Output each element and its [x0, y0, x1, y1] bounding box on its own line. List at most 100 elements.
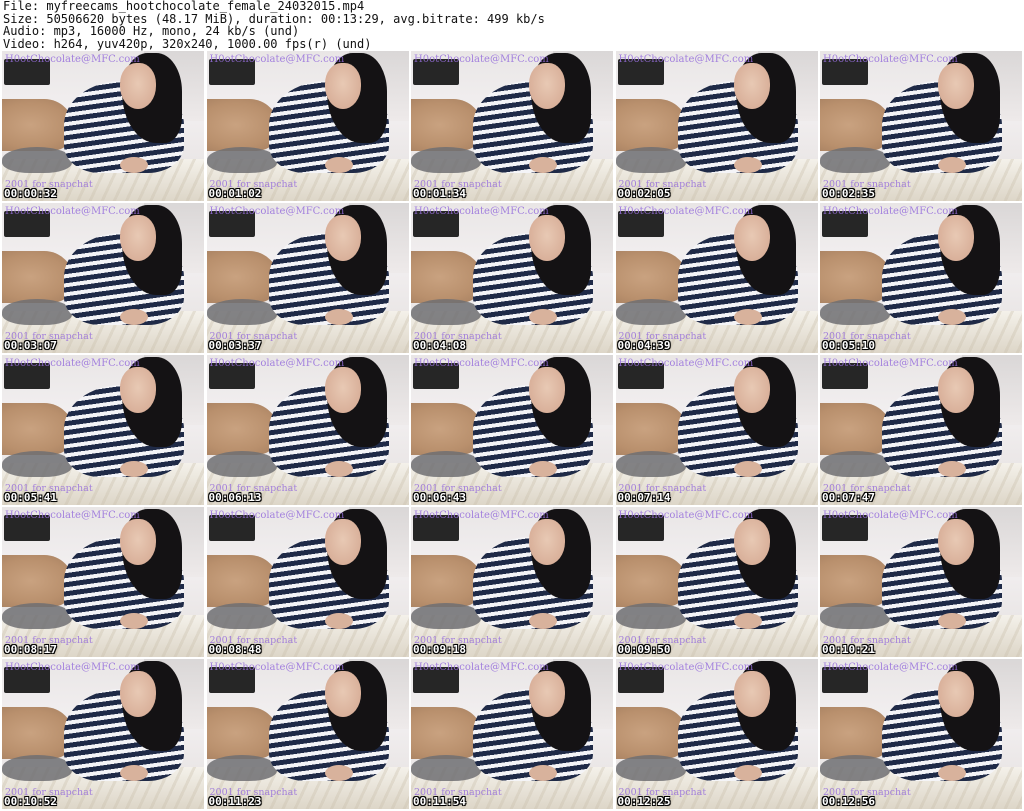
- face-image: [938, 519, 974, 565]
- face-image: [529, 671, 565, 717]
- cat-image: [820, 147, 890, 173]
- hand-image: [938, 157, 966, 173]
- cat-image: [2, 147, 72, 173]
- hand-image: [529, 157, 557, 173]
- hand-image: [938, 461, 966, 477]
- thumbnail-timestamp: 00:05:10: [822, 339, 875, 352]
- thumbnail-timestamp: 00:08:48: [208, 643, 262, 656]
- video-thumbnail: H0otChocolate@MFC.com 2001 for snapchat 00…: [411, 659, 613, 809]
- watermark-top: H0otChocolate@MFC.com: [618, 662, 754, 673]
- face-image: [733, 63, 770, 109]
- hand-image: [120, 309, 148, 325]
- face-image: [938, 63, 974, 109]
- cat-image: [615, 299, 686, 325]
- video-thumbnail: H0otChocolate@MFC.com 2001 for snapchat 00…: [2, 659, 204, 809]
- cat-image: [820, 299, 890, 325]
- thumbnail-timestamp: 00:07:14: [617, 491, 671, 504]
- video-thumbnail: H0otChocolate@MFC.com 2001 for snapchat 00…: [820, 355, 1022, 505]
- thumbnail-timestamp: 00:03:37: [208, 339, 262, 352]
- hand-image: [938, 309, 966, 325]
- hand-image: [529, 613, 557, 629]
- face-image: [938, 215, 974, 261]
- cat-image: [2, 451, 72, 477]
- hand-image: [733, 157, 762, 173]
- cat-image: [2, 299, 72, 325]
- hand-image: [733, 309, 762, 325]
- face-image: [529, 215, 565, 261]
- cat-image: [615, 603, 686, 629]
- face-image: [733, 215, 770, 261]
- thumbnail-timestamp: 00:09:50: [617, 643, 671, 656]
- hand-image: [529, 461, 557, 477]
- cat-image: [820, 603, 890, 629]
- video-thumbnail: H0otChocolate@MFC.com 2001 for snapchat 00…: [206, 659, 409, 809]
- video-thumbnail: H0otChocolate@MFC.com 2001 for snapchat 00…: [206, 355, 409, 505]
- face-image: [120, 519, 156, 565]
- hand-image: [529, 309, 557, 325]
- face-image: [324, 367, 361, 413]
- face-image: [733, 671, 770, 717]
- scene-detail: [615, 707, 688, 759]
- watermark-top: H0otChocolate@MFC.com: [823, 358, 958, 369]
- watermark-top: H0otChocolate@MFC.com: [209, 206, 345, 217]
- thumbnail-timestamp: 00:10:21: [822, 643, 875, 656]
- hand-image: [120, 461, 148, 477]
- cat-image: [2, 755, 72, 781]
- watermark-top: H0otChocolate@MFC.com: [209, 54, 345, 65]
- video-info-line: Video: h264, yuv420p, 320x240, 1000.00 f…: [3, 36, 372, 51]
- face-image: [733, 519, 770, 565]
- video-thumbnail: H0otChocolate@MFC.com 2001 for snapchat 00…: [615, 51, 818, 201]
- cat-image: [615, 451, 686, 477]
- video-thumbnail: H0otChocolate@MFC.com 2001 for snapchat 00…: [615, 507, 818, 657]
- thumbnail-timestamp: 00:02:35: [822, 187, 875, 200]
- video-thumbnail: H0otChocolate@MFC.com 2001 for snapchat 00…: [615, 203, 818, 353]
- thumbnail-timestamp: 00:04:39: [617, 339, 671, 352]
- video-thumbnail: H0otChocolate@MFC.com 2001 for snapchat 00…: [820, 51, 1022, 201]
- watermark-top: H0otChocolate@MFC.com: [823, 662, 958, 673]
- scene-detail: [206, 555, 279, 607]
- scene-detail: [615, 99, 688, 151]
- cat-image: [206, 299, 277, 325]
- face-image: [120, 671, 156, 717]
- watermark-top: H0otChocolate@MFC.com: [618, 54, 754, 65]
- scene-detail: [206, 251, 279, 303]
- thumbnail-timestamp: 00:07:47: [822, 491, 875, 504]
- thumbnail-timestamp: 00:12:25: [617, 795, 671, 808]
- hand-image: [120, 765, 148, 781]
- thumbnail-timestamp: 00:08:17: [4, 643, 57, 656]
- face-image: [324, 519, 361, 565]
- hand-image: [324, 765, 353, 781]
- thumbnail-timestamp: 00:11:54: [413, 795, 466, 808]
- thumbnail-timestamp: 00:06:43: [413, 491, 466, 504]
- video-thumbnail: H0otChocolate@MFC.com 2001 for snapchat 00…: [2, 507, 204, 657]
- thumbnail-timestamp: 00:05:41: [4, 491, 57, 504]
- hand-image: [733, 613, 762, 629]
- watermark-top: H0otChocolate@MFC.com: [823, 54, 958, 65]
- hand-image: [324, 157, 353, 173]
- face-image: [324, 215, 361, 261]
- hand-image: [938, 765, 966, 781]
- audio-info-line: Audio: mp3, 16000 Hz, mono, 24 kb/s (und…: [3, 24, 300, 38]
- video-thumbnail: H0otChocolate@MFC.com 2001 for snapchat 00…: [2, 203, 204, 353]
- watermark-top: H0otChocolate@MFC.com: [414, 54, 549, 65]
- thumbnail-timestamp: 00:06:13: [208, 491, 262, 504]
- cat-image: [2, 603, 72, 629]
- face-image: [120, 63, 156, 109]
- face-image: [529, 367, 565, 413]
- watermark-top: H0otChocolate@MFC.com: [414, 510, 549, 521]
- cat-image: [411, 147, 481, 173]
- thumbnail-timestamp: 00:10:52: [4, 795, 57, 808]
- hand-image: [324, 461, 353, 477]
- thumbnail-timestamp: 00:03:07: [4, 339, 57, 352]
- scene-detail: [206, 403, 279, 455]
- cat-image: [615, 147, 686, 173]
- watermark-top: H0otChocolate@MFC.com: [5, 358, 140, 369]
- cat-image: [411, 603, 481, 629]
- video-thumbnail: H0otChocolate@MFC.com 2001 for snapchat 00…: [411, 355, 613, 505]
- file-name-line: File: myfreecams_hootchocolate_female_24…: [3, 0, 365, 13]
- watermark-top: H0otChocolate@MFC.com: [5, 510, 140, 521]
- hand-image: [324, 613, 353, 629]
- thumbnail-timestamp: 00:02:05: [617, 187, 671, 200]
- hand-image: [120, 613, 148, 629]
- face-image: [120, 215, 156, 261]
